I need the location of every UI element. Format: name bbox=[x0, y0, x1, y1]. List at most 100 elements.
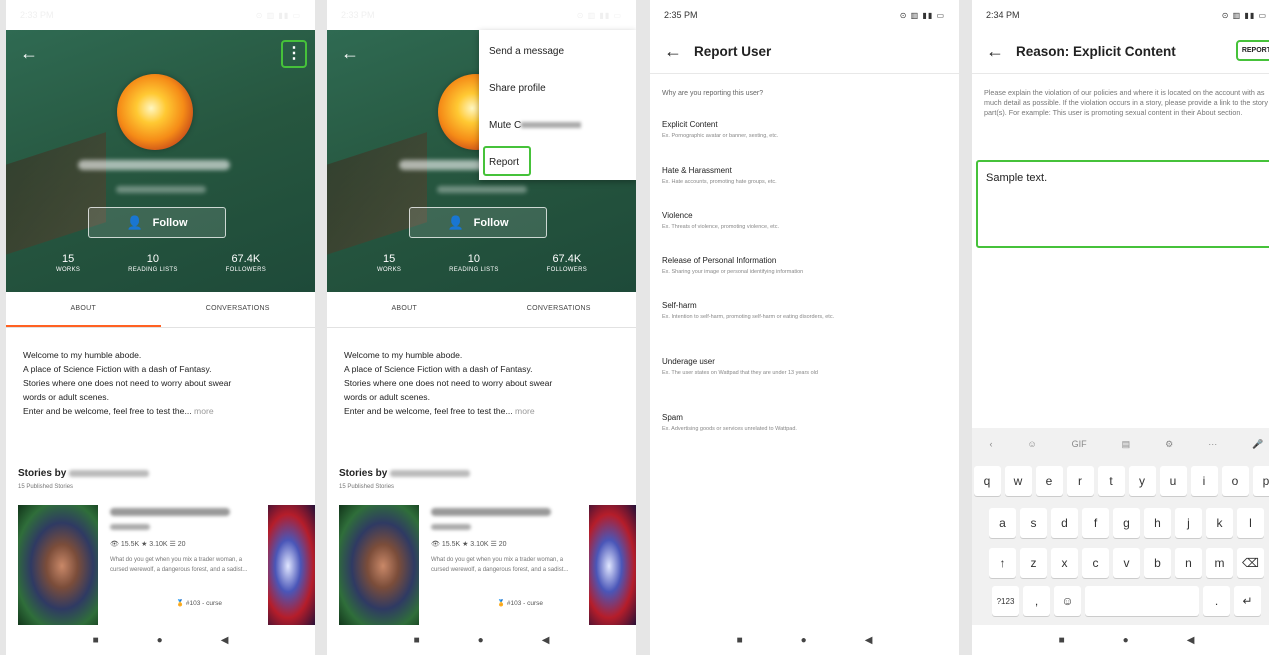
home-icon[interactable]: ● bbox=[478, 635, 484, 646]
story-cover[interactable] bbox=[339, 505, 419, 627]
key-u[interactable]: u bbox=[1159, 466, 1187, 496]
mic-icon[interactable]: 🎤 bbox=[1252, 439, 1263, 450]
recents-icon[interactable]: ■ bbox=[1059, 635, 1065, 646]
report-option-hate[interactable]: Hate & Harassment Ex. Hate accounts, prom… bbox=[662, 166, 932, 186]
report-option-underage[interactable]: Underage user Ex. The user states on Watt… bbox=[662, 357, 932, 377]
space-key[interactable] bbox=[1085, 586, 1199, 616]
key-d[interactable]: d bbox=[1051, 508, 1078, 538]
menu-item-report[interactable]: Report bbox=[489, 157, 519, 168]
story-title-redacted[interactable] bbox=[431, 508, 551, 516]
explanation-text: Please explain the violation of our poli… bbox=[984, 88, 1268, 117]
key-l[interactable]: l bbox=[1237, 508, 1264, 538]
back-arrow-icon[interactable]: ← bbox=[664, 41, 694, 62]
follow-button[interactable]: 👤 Follow bbox=[409, 207, 547, 238]
story-cover[interactable] bbox=[18, 505, 98, 627]
clipboard-icon[interactable]: ▤ bbox=[1122, 439, 1131, 450]
report-option-explicit[interactable]: Explicit Content Ex. Pornographic avatar … bbox=[662, 120, 932, 140]
menu-item-share-profile[interactable]: Share profile bbox=[489, 83, 546, 94]
key-b[interactable]: b bbox=[1144, 548, 1171, 578]
report-option-spam[interactable]: Spam Ex. Advertising goods or services un… bbox=[662, 413, 932, 433]
stat-works[interactable]: 15 WORKS bbox=[56, 253, 80, 273]
stat-reading-lists[interactable]: 10 READING LISTS bbox=[128, 253, 178, 273]
back-icon[interactable]: ◀ bbox=[865, 635, 873, 646]
back-arrow-icon[interactable]: ← bbox=[20, 44, 38, 62]
back-arrow-icon[interactable]: ← bbox=[341, 44, 359, 62]
period-key[interactable]: . bbox=[1203, 586, 1230, 616]
key-w[interactable]: w bbox=[1004, 466, 1032, 496]
about-line: Stories where one does not need to worry… bbox=[344, 378, 553, 388]
home-icon[interactable]: ● bbox=[801, 635, 807, 646]
menu-item-send-message[interactable]: Send a message bbox=[489, 46, 564, 57]
story-description: What do you get when you mix a trader wo… bbox=[110, 557, 248, 573]
report-option-self-harm[interactable]: Self-harm Ex. Intention to self-harm, pro… bbox=[662, 301, 932, 321]
menu-item-mute[interactable]: Mute C bbox=[489, 120, 582, 131]
back-icon[interactable]: ◀ bbox=[1187, 635, 1195, 646]
tab-conversations[interactable]: CONVERSATIONS bbox=[161, 292, 316, 327]
key-n[interactable]: n bbox=[1175, 548, 1202, 578]
back-icon[interactable]: ◀ bbox=[221, 635, 229, 646]
key-v[interactable]: v bbox=[1113, 548, 1140, 578]
sticker-icon[interactable]: ☺ bbox=[1027, 439, 1036, 449]
key-g[interactable]: g bbox=[1113, 508, 1140, 538]
home-icon[interactable]: ● bbox=[1123, 635, 1129, 646]
report-option-violence[interactable]: Violence Ex. Threats of violence, promoti… bbox=[662, 211, 932, 231]
status-bar: 2:33 PM ⊙ ▥ ▮▮ ▭ bbox=[327, 0, 636, 30]
about-line: Enter and be welcome, feel free to test … bbox=[23, 406, 192, 416]
stat-followers[interactable]: 67.4K FOLLOWERS bbox=[226, 253, 266, 273]
backspace-key[interactable]: ⌫ bbox=[1237, 548, 1264, 578]
shift-key[interactable]: ↑ bbox=[989, 548, 1016, 578]
key-x[interactable]: x bbox=[1051, 548, 1078, 578]
back-arrow-icon[interactable]: ← bbox=[986, 41, 1016, 62]
key-j[interactable]: j bbox=[1175, 508, 1202, 538]
recents-icon[interactable]: ■ bbox=[737, 635, 743, 646]
story-rank: 🏅 #103 - curse bbox=[497, 599, 543, 607]
story-cover-next[interactable] bbox=[268, 505, 315, 627]
more-link[interactable]: more bbox=[515, 406, 535, 416]
more-link[interactable]: more bbox=[194, 406, 214, 416]
key-o[interactable]: o bbox=[1221, 466, 1249, 496]
stat-works[interactable]: 15 WORKS bbox=[377, 253, 401, 273]
report-text-input[interactable]: Sample text. bbox=[976, 160, 1269, 248]
back-icon[interactable]: ◀ bbox=[542, 635, 550, 646]
report-button[interactable]: REPORT bbox=[1235, 40, 1269, 61]
settings-icon[interactable]: ⚙ bbox=[1165, 439, 1173, 450]
key-q[interactable]: q bbox=[973, 466, 1001, 496]
stat-reading-lists[interactable]: 10 READING LISTS bbox=[449, 253, 499, 273]
gif-button[interactable]: GIF bbox=[1072, 439, 1087, 449]
key-c[interactable]: c bbox=[1082, 548, 1109, 578]
story-cover-next[interactable] bbox=[589, 505, 636, 627]
stat-followers[interactable]: 67.4K FOLLOWERS bbox=[547, 253, 587, 273]
emoji-key[interactable]: ☺ bbox=[1054, 586, 1081, 616]
key-m[interactable]: m bbox=[1206, 548, 1233, 578]
follow-button[interactable]: 👤 Follow bbox=[88, 207, 226, 238]
key-s[interactable]: s bbox=[1020, 508, 1047, 538]
key-t[interactable]: t bbox=[1097, 466, 1125, 496]
key-h[interactable]: h bbox=[1144, 508, 1171, 538]
tab-conversations[interactable]: CONVERSATIONS bbox=[482, 292, 637, 327]
more-options-icon[interactable]: ⋮ bbox=[281, 40, 307, 68]
key-i[interactable]: i bbox=[1190, 466, 1218, 496]
story-title-redacted[interactable] bbox=[110, 508, 230, 516]
recents-icon[interactable]: ■ bbox=[414, 635, 420, 646]
report-option-personal-info[interactable]: Release of Personal Information Ex. Shari… bbox=[662, 256, 932, 276]
about-line: words or adult scenes. bbox=[23, 392, 109, 402]
tab-about[interactable]: ABOUT bbox=[6, 292, 161, 327]
key-r[interactable]: r bbox=[1066, 466, 1094, 496]
android-navbar: ■ ● ◀ bbox=[972, 625, 1269, 655]
key-f[interactable]: f bbox=[1082, 508, 1109, 538]
recents-icon[interactable]: ■ bbox=[93, 635, 99, 646]
key-z[interactable]: z bbox=[1020, 548, 1047, 578]
key-e[interactable]: e bbox=[1035, 466, 1063, 496]
key-p[interactable]: p bbox=[1252, 466, 1269, 496]
more-icon[interactable]: ··· bbox=[1208, 439, 1217, 449]
collapse-icon[interactable]: ‹ bbox=[989, 439, 992, 449]
tab-about[interactable]: ABOUT bbox=[327, 292, 482, 327]
symbols-key[interactable]: ?123 bbox=[992, 586, 1019, 616]
key-a[interactable]: a bbox=[989, 508, 1016, 538]
key-y[interactable]: y bbox=[1128, 466, 1156, 496]
key-k[interactable]: k bbox=[1206, 508, 1233, 538]
about-text: Welcome to my humble abode. A place of S… bbox=[344, 348, 624, 418]
home-icon[interactable]: ● bbox=[157, 635, 163, 646]
comma-key[interactable]: , bbox=[1023, 586, 1050, 616]
enter-key[interactable]: ↵ bbox=[1234, 586, 1261, 616]
